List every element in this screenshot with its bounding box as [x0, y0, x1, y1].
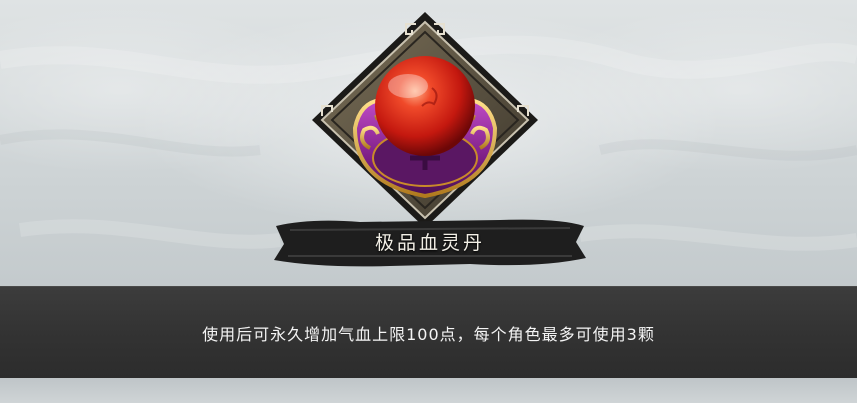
item-name-banner: 极品血灵丹 — [270, 214, 590, 270]
bottom-backdrop — [0, 378, 857, 403]
reward-popup-background: 极品血灵丹 使用后可永久增加气血上限100点，每个角色最多可使用3颗 — [0, 0, 857, 403]
item-description-panel: 使用后可永久增加气血上限100点，每个角色最多可使用3颗 — [0, 286, 857, 379]
item-description: 使用后可永久增加气血上限100点，每个角色最多可使用3颗 — [202, 325, 655, 344]
item-icon-frame — [312, 12, 538, 228]
item-name: 极品血灵丹 — [374, 232, 485, 254]
